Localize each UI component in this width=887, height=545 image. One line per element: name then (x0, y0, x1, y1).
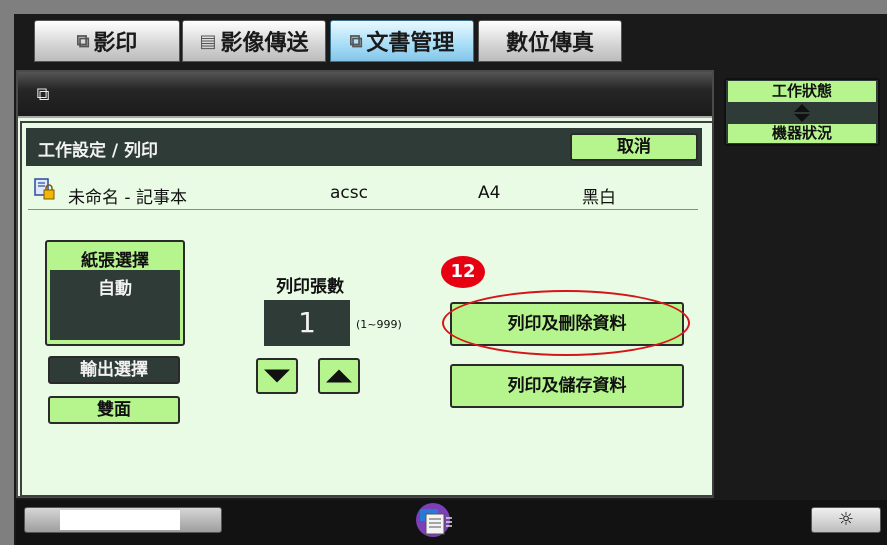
sun-icon: ☼ (837, 509, 855, 530)
tab-digital-fax[interactable]: 數位傳真 (478, 20, 622, 62)
tab-label: 影像傳送 (220, 31, 309, 56)
decrease-copies-button[interactable] (256, 358, 298, 394)
image-send-icon: ▤ (199, 30, 217, 52)
arrow-down-icon (264, 369, 290, 383)
job-status-label: 工作狀態 (728, 81, 876, 102)
document-paper-size: A4 (478, 183, 501, 203)
tab-label: 影印 (93, 31, 138, 56)
toggle-arrows-icon (794, 104, 810, 122)
copy-icon: ⧉ (76, 30, 90, 52)
mode-title-bar (18, 72, 712, 118)
copies-label: 列印張數 (276, 277, 344, 297)
job-queue-icon[interactable] (410, 500, 456, 540)
document-user: acsc (330, 183, 368, 203)
brightness-button[interactable]: ☼ (811, 507, 881, 533)
machine-status-label: 機器狀況 (728, 124, 876, 143)
step-number-badge: 12 (441, 256, 485, 288)
duplex-button[interactable]: 雙面 (48, 396, 180, 424)
tab-label: 數位傳真 (505, 31, 594, 56)
paper-select-label: 紙張選擇 (81, 251, 149, 271)
tab-copy[interactable]: ⧉ 影印 (34, 20, 180, 62)
arrow-up-icon (326, 369, 352, 383)
copies-range: (1~999) (356, 318, 402, 331)
document-name: 未命名 - 記事本 (68, 188, 187, 208)
tab-image-send[interactable]: ▤ 影像傳送 (182, 20, 326, 62)
paper-select-value: 自動 (98, 279, 132, 299)
cancel-button[interactable]: 取消 (570, 133, 698, 161)
print-and-save-button[interactable]: 列印及儲存資料 (450, 364, 684, 408)
document-color-mode: 黑白 (582, 188, 616, 208)
output-select-button[interactable]: 輸出選擇 (48, 356, 180, 384)
tab-label: 文書管理 (366, 31, 455, 56)
tab-document-filing[interactable]: ⧉ 文書管理 (330, 20, 474, 62)
job-title: 工作設定 / 列印 (38, 141, 159, 161)
progress-fill (60, 510, 180, 530)
increase-copies-button[interactable] (318, 358, 360, 394)
document-filing-icon: ⧉ (36, 84, 50, 105)
copies-value: 1 (264, 300, 350, 346)
print-and-delete-button[interactable]: 列印及刪除資料 (450, 302, 684, 346)
document-filing-icon: ⧉ (349, 30, 363, 52)
locked-document-icon (34, 178, 55, 200)
